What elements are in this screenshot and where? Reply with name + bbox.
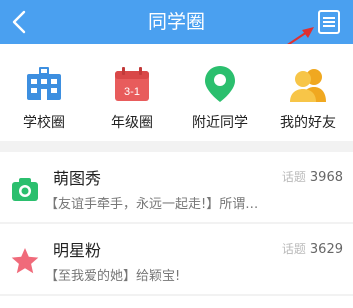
- calendar-badge: 3-1: [124, 86, 140, 98]
- page-title: 同学圈: [147, 11, 205, 33]
- topic-count: 话题 3629: [282, 240, 343, 257]
- list-item[interactable]: 萌图秀 话题 3968 【友谊手牵手，永远一起走!】所谓…: [0, 152, 353, 222]
- topic-number: 3629: [309, 242, 343, 257]
- back-button[interactable]: [6, 4, 38, 40]
- topic-number: 3968: [309, 170, 343, 185]
- location-pin-icon: [205, 66, 235, 102]
- app-window: 同学圈 学校圈 3-1 年级圈 附近同学 我的好友 萌图秀 话题 3968 【友…: [0, 0, 353, 308]
- group-description: 【至我爱的她】给颖宝!: [45, 269, 181, 284]
- category-nearby-classmates[interactable]: 附近同学: [176, 44, 264, 141]
- friends-icon: [290, 69, 326, 102]
- topic-count: 话题 3968: [282, 168, 343, 185]
- back-arrow-icon: [12, 10, 26, 34]
- category-label: 我的好友: [280, 115, 336, 131]
- list-item[interactable]: [0, 296, 353, 308]
- camera-icon: [12, 178, 38, 201]
- group-description: 【友谊手牵手，永远一起走!】所谓…: [45, 197, 259, 212]
- category-label: 年级圈: [111, 115, 153, 131]
- category-school-circle[interactable]: 学校圈: [0, 44, 88, 141]
- group-name: 明星粉: [53, 241, 102, 260]
- category-row: 学校圈 3-1 年级圈 附近同学 我的好友: [0, 44, 353, 141]
- topic-label: 话题: [281, 242, 306, 256]
- category-label: 附近同学: [192, 115, 248, 131]
- list-item[interactable]: 明星粉 话题 3629 【至我爱的她】给颖宝!: [0, 224, 353, 294]
- calendar-icon: 3-1: [115, 67, 149, 101]
- menu-button[interactable]: [315, 7, 343, 37]
- menu-icon: [318, 10, 340, 34]
- topic-label: 话题: [281, 170, 306, 184]
- school-icon: [27, 67, 61, 100]
- group-name: 萌图秀: [53, 169, 102, 188]
- top-nav-bar: 同学圈: [0, 0, 353, 44]
- category-my-friends[interactable]: 我的好友: [264, 44, 352, 141]
- category-grade-circle[interactable]: 3-1 年级圈: [88, 44, 176, 141]
- category-label: 学校圈: [23, 115, 65, 131]
- star-icon: [11, 248, 39, 274]
